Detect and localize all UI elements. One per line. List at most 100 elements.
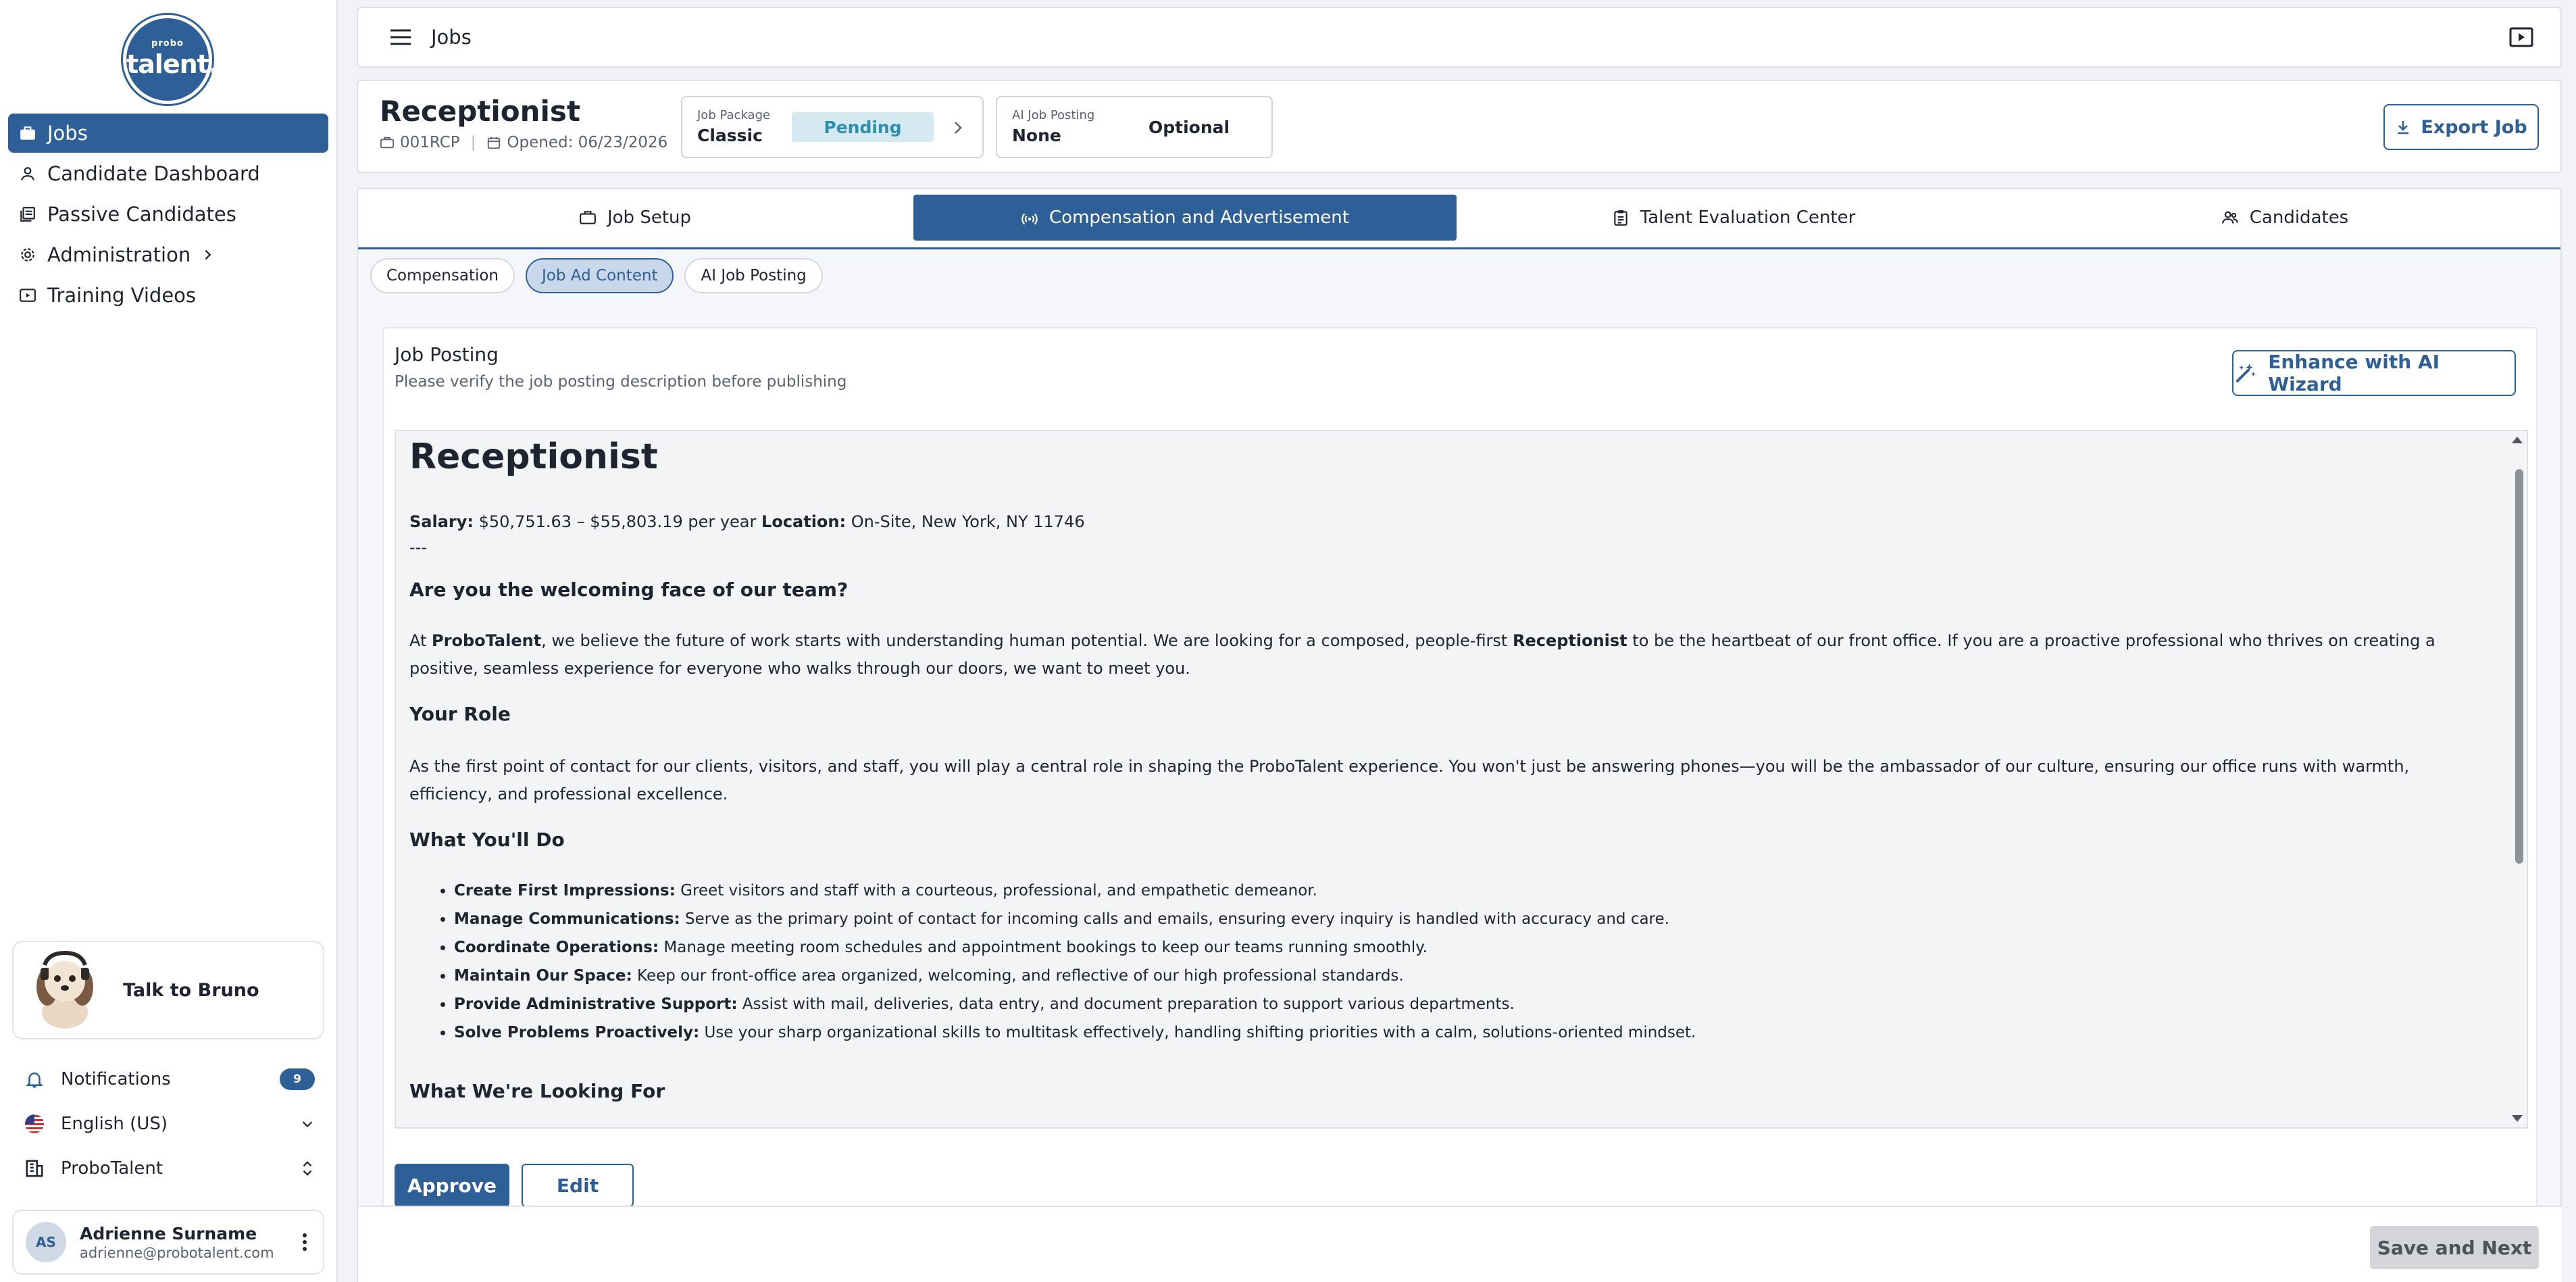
calendar-icon bbox=[488, 137, 501, 149]
tab-job-setup[interactable]: Job Setup bbox=[358, 195, 912, 241]
job-code: 001RCP bbox=[400, 134, 460, 151]
people-icon bbox=[2221, 211, 2238, 224]
meta-divider: | bbox=[470, 134, 476, 151]
list-item-title: Create First Impressions: bbox=[454, 882, 676, 899]
sidebar: probo talent. Jobs Candidate Dashboard P… bbox=[0, 0, 338, 1282]
doc-heading: Receptionist bbox=[409, 437, 658, 477]
enhance-with-ai-wizard-label: Enhance with AI Wizard bbox=[2268, 351, 2440, 395]
ai-job-posting-value: None bbox=[1012, 126, 1061, 145]
page-title: Jobs bbox=[431, 26, 472, 49]
enhance-with-ai-wizard-button[interactable]: Enhance with AI Wizard bbox=[2232, 350, 2516, 396]
ai-job-posting-box[interactable]: AI Job Posting None Optional bbox=[996, 96, 1273, 158]
briefcase-icon bbox=[380, 137, 395, 149]
status-badge: Pending bbox=[792, 112, 934, 142]
tab-label: Job Setup bbox=[607, 207, 692, 228]
intro-role: Receptionist bbox=[1512, 631, 1627, 650]
sidebar-item-administration[interactable]: Administration bbox=[8, 235, 328, 274]
sub-tabs: Compensation Job Ad Content AI Job Posti… bbox=[370, 258, 834, 293]
logo-big-text: talent. bbox=[126, 49, 218, 79]
export-job-label: Export Job bbox=[2421, 116, 2527, 138]
list-item-text: Keep our front-office area organized, we… bbox=[632, 967, 1404, 985]
tab-talent-evaluation-center[interactable]: Talent Evaluation Center bbox=[1458, 195, 2009, 241]
language-selector[interactable]: English (US) bbox=[24, 1107, 315, 1141]
list-item-title: Provide Administrative Support: bbox=[454, 995, 738, 1013]
location-label: Location: bbox=[761, 512, 847, 531]
briefcase-icon bbox=[580, 211, 596, 224]
kebab-menu-icon[interactable] bbox=[301, 1232, 308, 1252]
sidebar-item-label: Passive Candidates bbox=[47, 203, 236, 226]
language-label: English (US) bbox=[61, 1114, 168, 1134]
approve-button[interactable]: Approve bbox=[395, 1164, 509, 1207]
list-item-text: Use your sharp organizational skills to … bbox=[699, 1024, 1696, 1041]
probotalent-logo[interactable]: probo talent. bbox=[123, 15, 218, 104]
top-bar: Jobs bbox=[357, 7, 2562, 68]
section-heading-what-you-do: What You'll Do bbox=[409, 829, 565, 851]
magic-wand-icon bbox=[2236, 364, 2256, 383]
salary-value: $50,751.63 – $55,803.19 per year bbox=[478, 512, 757, 531]
edit-button[interactable]: Edit bbox=[522, 1164, 634, 1207]
clipboard-icon bbox=[1613, 210, 1627, 226]
sidebar-item-label: Jobs bbox=[47, 122, 88, 145]
intro-company: ProboTalent bbox=[432, 631, 542, 650]
hamburger-menu-icon[interactable] bbox=[389, 28, 412, 47]
tab-label: Compensation and Advertisement bbox=[1049, 207, 1349, 228]
tab-label: Talent Evaluation Center bbox=[1640, 207, 1856, 228]
job-description-preview[interactable]: Receptionist Salary: $50,751.63 – $55,80… bbox=[395, 430, 2528, 1129]
sidebar-item-label: Candidate Dashboard bbox=[47, 162, 260, 185]
sidebar-item-label: Training Videos bbox=[47, 284, 197, 307]
logo-small-text: probo bbox=[151, 39, 184, 49]
export-job-button[interactable]: Export Job bbox=[2383, 104, 2539, 150]
save-and-next-button[interactable]: Save and Next bbox=[2370, 1226, 2539, 1269]
scroll-up-arrow-icon[interactable] bbox=[2512, 437, 2523, 443]
job-posting-card: Job Posting Please verify the job postin… bbox=[382, 327, 2537, 1282]
user-name: Adrienne Surname bbox=[80, 1223, 257, 1243]
user-profile-card[interactable]: AS Adrienne Surname adrienne@probotalent… bbox=[12, 1210, 324, 1275]
notifications-row[interactable]: Notifications 9 bbox=[24, 1062, 315, 1096]
us-flag-icon bbox=[25, 1114, 44, 1133]
scrollbar[interactable] bbox=[2509, 431, 2527, 1127]
list-item-text: Serve as the primary point of contact fo… bbox=[680, 910, 1669, 928]
job-package-selector[interactable]: Job Package Classic Pending bbox=[681, 96, 984, 158]
tab-candidates[interactable]: Candidates bbox=[2009, 195, 2560, 241]
chevron-down-icon bbox=[302, 1121, 313, 1128]
notifications-count-badge: 9 bbox=[280, 1068, 315, 1090]
organization-selector[interactable]: ProboTalent bbox=[24, 1152, 315, 1185]
location-value: On-Site, New York, NY 11746 bbox=[851, 512, 1085, 531]
list-item: Create First Impressions: Greet visitors… bbox=[454, 877, 1696, 906]
user-info: Adrienne Surname adrienne@probotalent.co… bbox=[80, 1224, 274, 1261]
section-heading-welcome: Are you the welcoming face of our team? bbox=[409, 578, 849, 601]
subtab-compensation[interactable]: Compensation bbox=[370, 258, 515, 293]
list-item-title: Coordinate Operations: bbox=[454, 939, 659, 956]
documents-icon bbox=[20, 207, 35, 222]
sidebar-item-label: Administration bbox=[47, 243, 191, 266]
intro-text-a: At bbox=[409, 631, 432, 650]
list-item-title: Manage Communications: bbox=[454, 910, 680, 928]
list-item: Maintain Our Space: Keep our front-offic… bbox=[454, 962, 1696, 991]
scrollbar-thumb[interactable] bbox=[2515, 469, 2523, 864]
subtab-job-ad-content[interactable]: Job Ad Content bbox=[526, 258, 674, 293]
sidebar-item-candidate-dashboard[interactable]: Candidate Dashboard bbox=[8, 154, 328, 193]
tab-compensation-and-advertisement[interactable]: Compensation and Advertisement bbox=[913, 195, 1457, 241]
video-tutorial-icon[interactable] bbox=[2509, 26, 2533, 48]
bell-icon bbox=[25, 1073, 44, 1088]
job-title: Receptionist bbox=[380, 95, 580, 128]
intro-text-b: , we believe the future of work starts w… bbox=[541, 631, 1513, 650]
list-item: Manage Communications: Serve as the prim… bbox=[454, 906, 1696, 934]
scroll-down-arrow-icon[interactable] bbox=[2512, 1115, 2523, 1122]
sidebar-nav: Jobs Candidate Dashboard Passive Candida… bbox=[8, 114, 328, 316]
broadcast-icon bbox=[1021, 213, 1038, 225]
user-email: adrienne@probotalent.com bbox=[80, 1244, 274, 1261]
organization-label: ProboTalent bbox=[61, 1158, 163, 1179]
job-posting-title: Job Posting bbox=[395, 343, 499, 366]
gear-icon bbox=[21, 248, 34, 262]
job-opened-date: Opened: 06/23/2026 bbox=[507, 134, 668, 151]
sidebar-item-training-videos[interactable]: Training Videos bbox=[8, 276, 328, 315]
talk-to-bruno-card[interactable]: Talk to Bruno bbox=[12, 941, 324, 1039]
video-icon bbox=[20, 289, 36, 302]
job-package-label: Job Package bbox=[697, 108, 771, 122]
sidebar-item-passive-candidates[interactable]: Passive Candidates bbox=[8, 195, 328, 234]
subtab-ai-job-posting[interactable]: AI Job Posting bbox=[684, 258, 823, 293]
sidebar-item-jobs[interactable]: Jobs bbox=[8, 114, 328, 153]
ai-job-posting-status: Optional bbox=[1148, 118, 1230, 137]
role-paragraph: As the first point of contact for our cl… bbox=[409, 757, 2410, 804]
